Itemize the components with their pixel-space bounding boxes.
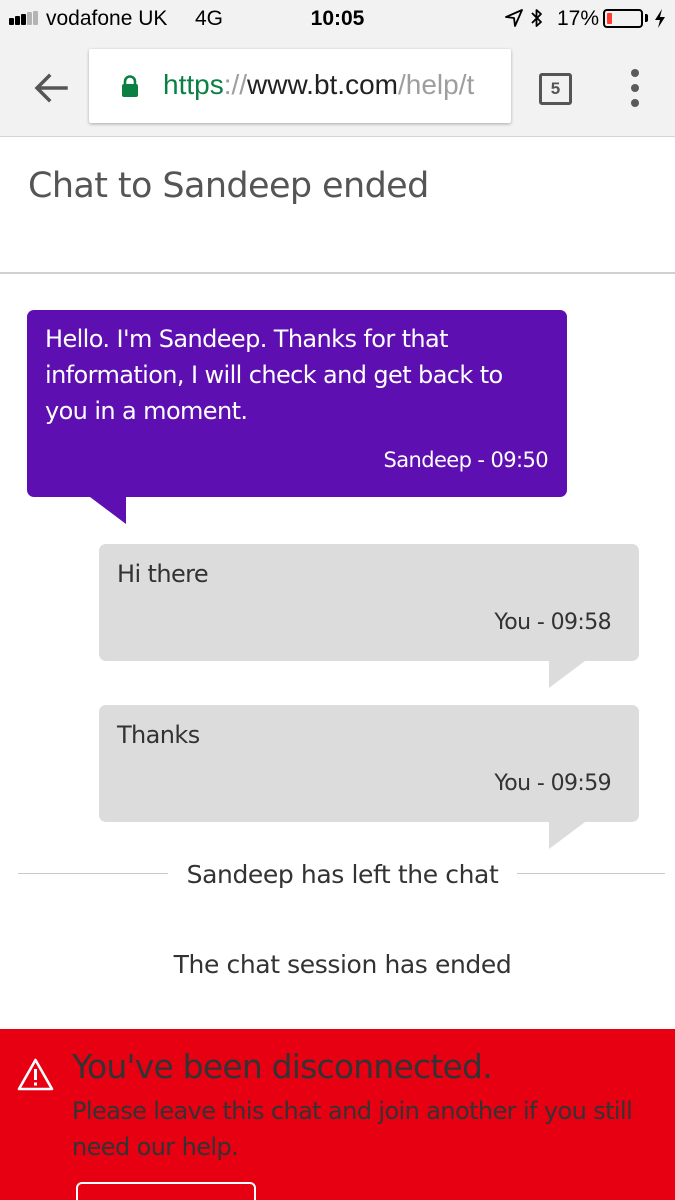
browser-toolbar: https://www.bt.com/help/t 5 (0, 38, 675, 137)
url-path: /help/t (397, 69, 475, 100)
message-meta: You - 09:59 (494, 771, 611, 796)
message-meta: You - 09:58 (494, 610, 611, 635)
alert-action-button[interactable] (76, 1182, 256, 1200)
agent-left-text: Sandeep has left the chat (174, 860, 511, 889)
battery-terminal (645, 14, 648, 22)
header-divider (0, 272, 675, 274)
bubble-tail (549, 822, 585, 849)
chat-title: Chat to Sandeep ended (28, 166, 429, 206)
warning-triangle-icon (17, 1058, 54, 1091)
session-ended-notice: The chat session has ended (173, 950, 512, 979)
bubble-tail (549, 661, 585, 688)
location-arrow-icon (505, 9, 523, 27)
message-text: Hello. I'm Sandeep. Thanks for that info… (45, 325, 503, 425)
more-vertical-icon[interactable] (624, 69, 646, 109)
bluetooth-icon (531, 9, 542, 27)
status-bar: vodafone UK 4G 10:05 17% (0, 0, 675, 38)
bubble-tail (90, 497, 126, 524)
alert-title: You've been disconnected. (72, 1047, 493, 1086)
agent-message: Hello. I'm Sandeep. Thanks for that info… (27, 310, 567, 524)
url-host: www.bt.com (247, 69, 398, 100)
address-bar[interactable]: https://www.bt.com/help/t (89, 49, 511, 123)
alert-body: Please leave this chat and join another … (72, 1097, 633, 1161)
user-message: Hi there You - 09:58 (99, 544, 639, 688)
arrow-left-icon[interactable] (30, 67, 72, 109)
user-message: Thanks You - 09:59 (99, 705, 639, 849)
tab-switcher-button[interactable]: 5 (539, 73, 572, 105)
url-text: https://www.bt.com/help/t (163, 69, 474, 101)
battery-icon (603, 9, 643, 28)
message-meta: Sandeep - 09:50 (383, 448, 549, 472)
lock-icon (122, 75, 138, 97)
message-text: Thanks (117, 721, 200, 749)
battery-level (607, 13, 612, 24)
url-separator: :// (223, 69, 248, 100)
bolt-icon (655, 9, 665, 28)
message-text: Hi there (117, 560, 209, 588)
agent-left-notice: Sandeep has left the chat (0, 860, 675, 889)
url-scheme: https (163, 69, 224, 100)
battery-percent: 17% (557, 7, 600, 30)
